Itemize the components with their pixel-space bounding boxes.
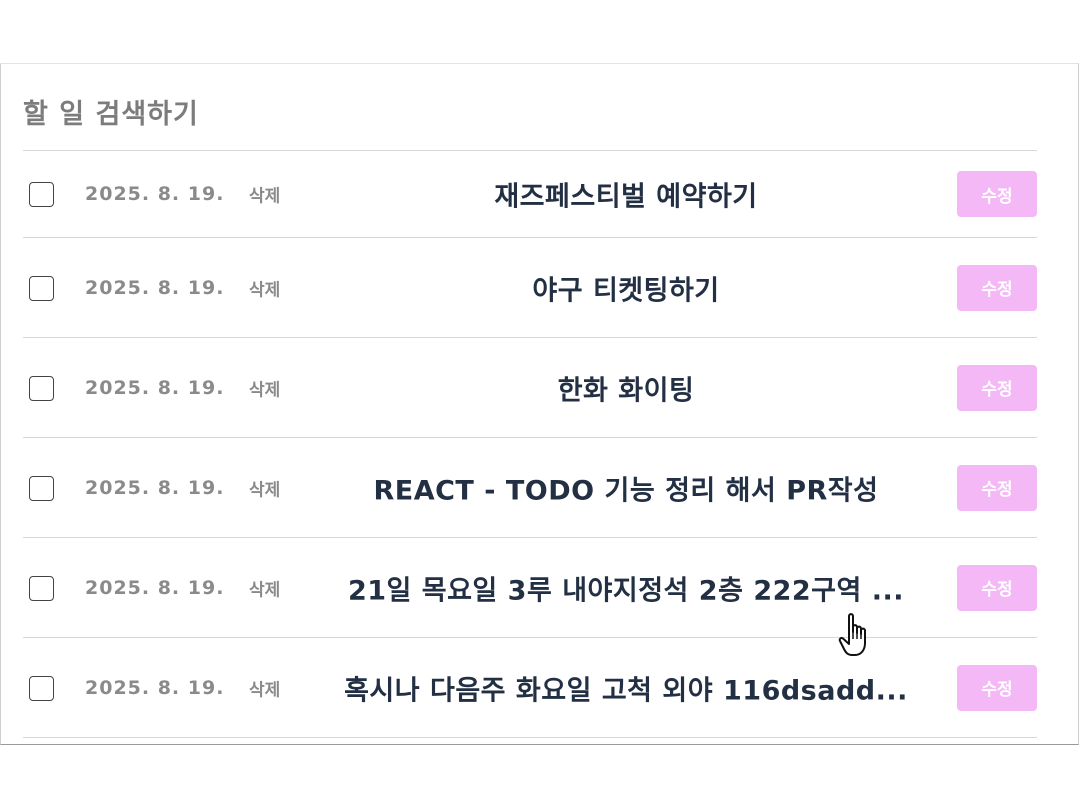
todo-date: 2025. 8. 19.	[85, 476, 225, 499]
todo-row: 2025. 8. 19. 삭제 한화 화이팅 수정	[23, 338, 1037, 438]
todo-row: 2025. 8. 19. 삭제 REACT - TODO 기능 정리 해서 PR…	[23, 438, 1037, 538]
todo-date: 2025. 8. 19.	[85, 676, 225, 699]
todo-text: 21일 목요일 3루 내야지정석 2층 222구역 ...	[347, 575, 905, 606]
panel-title: 할 일 검색하기	[23, 99, 199, 130]
todo-list: 2025. 8. 19. 삭제 재즈페스티벌 예약하기 수정 2025. 8. …	[23, 150, 1037, 738]
todo-checkbox[interactable]	[29, 675, 54, 701]
todo-row: 2025. 8. 19. 삭제 혹시나 다음주 화요일 고척 외야 116dsa…	[23, 638, 1037, 738]
delete-button[interactable]: 삭제	[249, 182, 280, 207]
hand-pointer-icon	[838, 613, 866, 656]
edit-button[interactable]: 수정	[957, 171, 1037, 217]
edit-button[interactable]: 수정	[957, 664, 1037, 711]
edit-button[interactable]: 수정	[957, 264, 1037, 311]
edit-button[interactable]: 수정	[957, 564, 1037, 611]
todo-text: 혹시나 다음주 화요일 고척 외야 116dsadd...	[344, 675, 908, 706]
todo-search-panel: 할 일 검색하기 2025. 8. 19. 삭제 재즈페스티벌 예약하기 수정 …	[0, 63, 1079, 745]
delete-button[interactable]: 삭제	[249, 375, 280, 400]
delete-button[interactable]: 삭제	[249, 575, 280, 600]
edit-button[interactable]: 수정	[957, 464, 1037, 511]
todo-date: 2025. 8. 19.	[85, 376, 225, 399]
edit-button[interactable]: 수정	[957, 364, 1037, 411]
todo-text: 야구 티켓팅하기	[532, 275, 720, 306]
delete-button[interactable]: 삭제	[249, 475, 280, 500]
delete-button[interactable]: 삭제	[249, 675, 280, 700]
todo-row: 2025. 8. 19. 삭제 재즈페스티벌 예약하기 수정	[23, 151, 1037, 238]
todo-row: 2025. 8. 19. 삭제 21일 목요일 3루 내야지정석 2층 222구…	[23, 538, 1037, 638]
todo-date: 2025. 8. 19.	[85, 576, 225, 599]
todo-checkbox[interactable]	[29, 275, 54, 301]
todo-text: REACT - TODO 기능 정리 해서 PR작성	[373, 475, 879, 506]
todo-date: 2025. 8. 19.	[85, 183, 225, 205]
todo-text: 한화 화이팅	[557, 375, 695, 406]
todo-checkbox[interactable]	[29, 182, 54, 207]
todo-checkbox[interactable]	[29, 375, 54, 401]
todo-date: 2025. 8. 19.	[85, 276, 225, 299]
delete-button[interactable]: 삭제	[249, 275, 280, 300]
todo-checkbox[interactable]	[29, 475, 54, 501]
todo-checkbox[interactable]	[29, 575, 54, 601]
todo-row: 2025. 8. 19. 삭제 야구 티켓팅하기 수정	[23, 238, 1037, 338]
todo-text: 재즈페스티벌 예약하기	[494, 181, 758, 213]
